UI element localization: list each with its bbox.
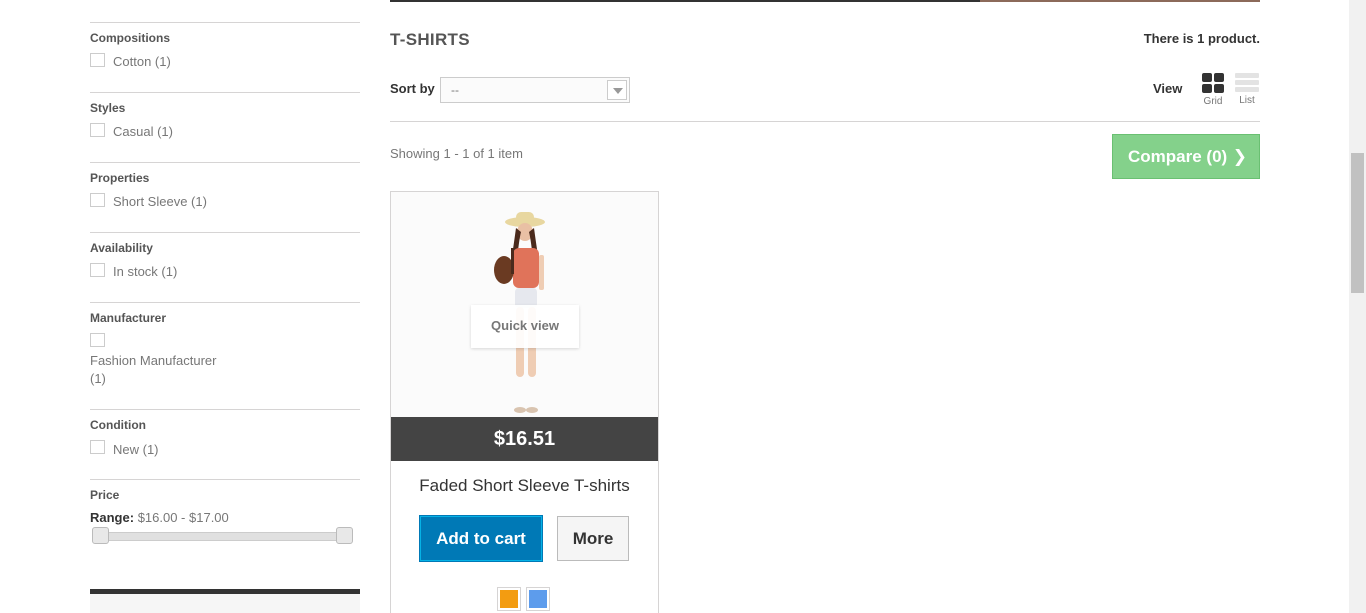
category-title: T-SHIRTS [390, 30, 470, 49]
compare-button[interactable]: Compare (0) ❯ [1112, 134, 1260, 179]
sort-label: Sort by [390, 81, 435, 96]
filter-group-availability: Availability In stock (1) [90, 232, 360, 302]
filter-checkbox[interactable] [90, 263, 105, 277]
filter-option-label[interactable]: Fashion Manufacturer (1) [90, 352, 230, 388]
sort-select-value: -- [451, 83, 459, 97]
filter-group-properties: Properties Short Sleeve (1) [90, 162, 360, 232]
filter-checkbox[interactable] [90, 440, 105, 454]
price-range-label: Range: [90, 510, 135, 525]
color-swatch-blue[interactable] [526, 587, 550, 611]
add-to-cart-button[interactable]: Add to cart [419, 515, 543, 562]
price-slider-track[interactable] [92, 532, 352, 541]
swatch-fill[interactable] [500, 590, 518, 608]
view-grid-caption[interactable]: Grid [1201, 96, 1225, 107]
quick-view-button[interactable]: Quick view [471, 305, 579, 348]
grid-icon[interactable] [1202, 73, 1224, 93]
filter-option-label[interactable]: New (1) [113, 442, 159, 457]
filter-option-label[interactable]: In stock (1) [113, 264, 177, 279]
filter-title: Compositions [90, 31, 170, 45]
filter-group-condition: Condition New (1) [90, 409, 360, 479]
filter-checkbox[interactable] [90, 193, 105, 207]
filter-group-compositions: Compositions Cotton (1) [90, 22, 360, 92]
filter-sidebar: Compositions Cotton (1) Styles Casual (1… [90, 0, 360, 613]
toolbar-divider [390, 121, 1260, 122]
sort-select[interactable]: -- [440, 77, 630, 103]
filter-option-label[interactable]: Cotton (1) [113, 54, 171, 69]
filter-option-label[interactable]: Casual (1) [113, 124, 173, 139]
chevron-right-icon[interactable]: ❯ [1233, 147, 1247, 167]
view-list-caption[interactable]: List [1235, 95, 1259, 106]
view-grid-button[interactable]: Grid [1201, 73, 1225, 107]
view-label: View [1153, 81, 1183, 96]
filter-checkbox[interactable] [90, 123, 105, 137]
filter-title: Condition [90, 418, 146, 432]
sidebar-next-block [90, 594, 360, 613]
price-range-value: $16.00 - $17.00 [137, 510, 229, 525]
filter-group-price: Price Range: $16.00 - $17.00 [90, 479, 360, 579]
filter-group-styles: Styles Casual (1) [90, 92, 360, 162]
filter-title: Manufacturer [90, 311, 167, 325]
filter-checkbox[interactable] [90, 333, 105, 347]
product-name-link[interactable]: Faded Short Sleeve T-shirts [391, 476, 658, 496]
page-scrollbar[interactable] [1349, 0, 1366, 613]
chevron-down-icon[interactable] [607, 80, 627, 100]
filter-group-manufacturer: Manufacturer Fashion Manufacturer (1) [90, 302, 360, 409]
product-image[interactable]: Quick view [391, 192, 658, 417]
price-range-text: Range: $16.00 - $17.00 [90, 510, 229, 525]
price-slider-min-handle[interactable] [92, 527, 109, 544]
filter-title: Price [90, 488, 120, 502]
compare-label[interactable]: Compare (0) [1128, 147, 1227, 166]
showing-count: Showing 1 - 1 of 1 item [390, 146, 523, 161]
filter-option-label[interactable]: Short Sleeve (1) [113, 194, 207, 209]
filter-title: Properties [90, 171, 150, 185]
view-list-button[interactable]: List [1235, 73, 1259, 106]
filter-title: Styles [90, 101, 126, 115]
category-banner-image [980, 0, 1260, 2]
scrollbar-thumb[interactable] [1351, 153, 1364, 293]
more-button[interactable]: More [557, 516, 629, 561]
color-swatch-orange[interactable] [497, 587, 521, 611]
product-count: There is 1 product. [1143, 31, 1260, 46]
price-slider-max-handle[interactable] [336, 527, 353, 544]
product-card[interactable]: Quick view $16.51 Faded Short Sleeve T-s… [390, 191, 659, 613]
filter-title: Availability [90, 241, 153, 255]
category-banner-edge [390, 0, 1260, 2]
filter-checkbox[interactable] [90, 53, 105, 67]
list-icon[interactable] [1235, 73, 1259, 92]
product-price: $16.51 [391, 417, 658, 461]
swatch-fill[interactable] [529, 590, 547, 608]
product-listing: T-SHIRTS There is 1 product. Sort by -- … [390, 0, 1260, 613]
